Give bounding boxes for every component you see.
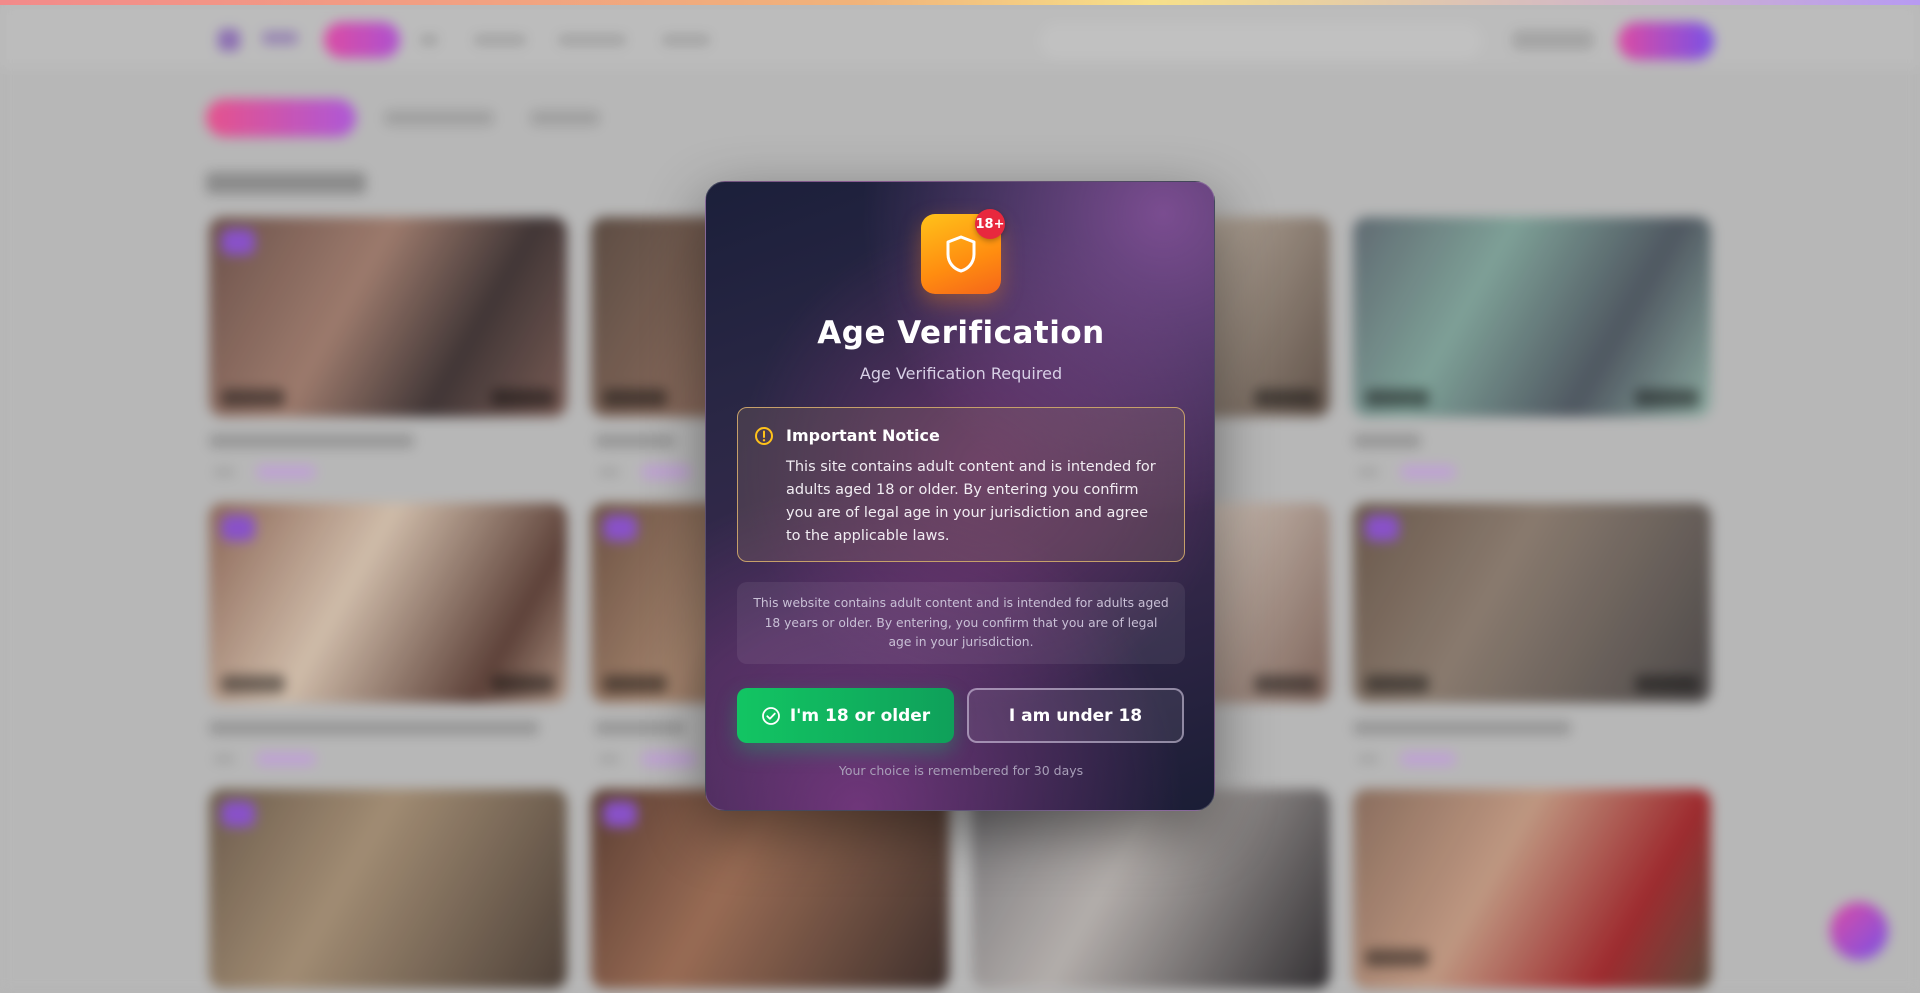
notice-body: This site contains adult content and is … <box>786 459 1156 544</box>
alert-circle-icon <box>755 427 773 445</box>
age-badge: 18+ <box>975 209 1005 239</box>
confirm-age-button[interactable]: I'm 18 or older <box>737 688 954 743</box>
under-age-button[interactable]: I am under 18 <box>967 688 1184 743</box>
top-accent-bar <box>0 0 1920 5</box>
age-verification-modal: 18+ Age Verification Age Verification Re… <box>705 181 1215 811</box>
remember-note: Your choice is remembered for 30 days <box>838 763 1084 778</box>
important-notice: Important Notice This site contains adul… <box>737 407 1185 562</box>
confirm-age-label: I'm 18 or older <box>789 705 931 726</box>
modal-subtitle: Age Verification Required <box>859 364 1063 383</box>
under-age-label: I am under 18 <box>1008 705 1143 726</box>
check-circle-icon <box>761 706 780 725</box>
notice-title: Important Notice <box>786 426 940 445</box>
info-text: This website contains adult content and … <box>737 582 1185 664</box>
modal-title: Age Verification <box>817 315 1105 351</box>
